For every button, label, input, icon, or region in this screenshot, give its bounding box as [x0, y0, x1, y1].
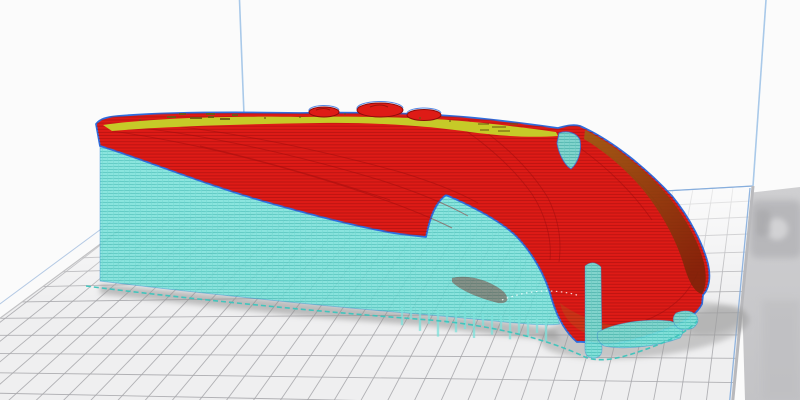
support-tower [585, 263, 602, 358]
support-blob-small [673, 311, 698, 330]
slicer-3d-viewport[interactable] [0, 0, 800, 400]
scene-canvas [0, 0, 800, 400]
